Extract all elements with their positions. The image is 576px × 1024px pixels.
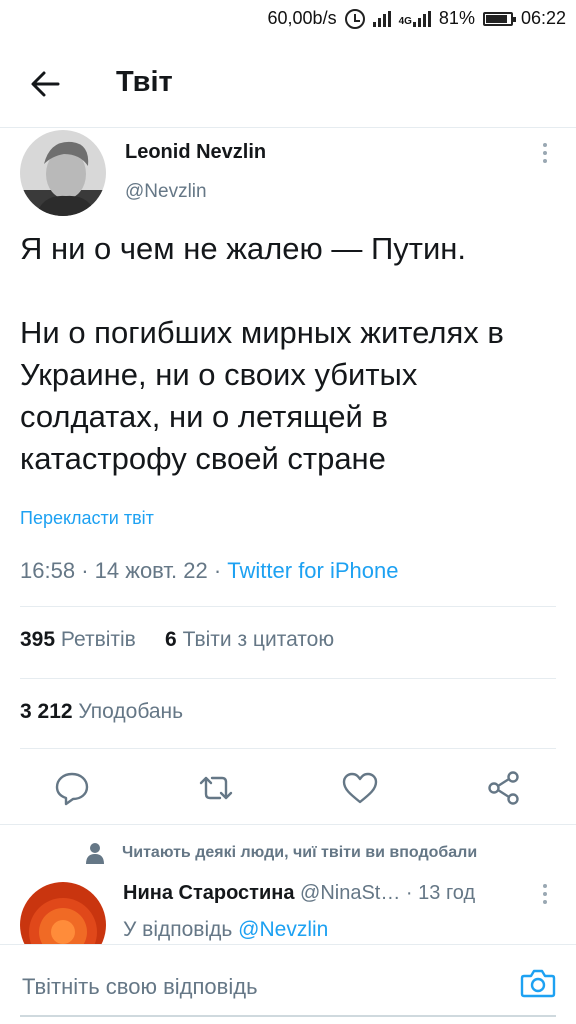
retweet-icon [199, 776, 233, 800]
tweet-stats: 395 Ретвітів 6 Твіти з цитатою [20, 628, 334, 652]
tweet-date: 14 жовт. 22 [94, 558, 208, 583]
network-speed: 60,00b/s [267, 8, 337, 28]
tweet-text-line: Я ни о чем не жалею — Путин. [20, 231, 467, 266]
retweets-stat[interactable]: 395 Ретвітів [20, 628, 136, 651]
reply-author-name[interactable]: Нина Старостина [123, 882, 294, 904]
divider [20, 606, 556, 607]
share-button[interactable] [484, 768, 524, 808]
reply-input[interactable]: Твітніть свою відповідь [22, 974, 258, 1000]
status-bar: 60,00b/s 4G 81% 06:22 [0, 0, 576, 38]
input-underline [20, 1015, 556, 1017]
replying-to: У відповідь @Nevzlin [123, 918, 329, 941]
more-vertical-icon [543, 143, 547, 147]
person-icon [86, 843, 104, 864]
author-avatar[interactable] [20, 130, 106, 216]
signal-4g-icon: 4G [399, 10, 431, 27]
signal-icon [372, 10, 391, 27]
more-options-button[interactable] [540, 143, 550, 167]
arrow-left-icon [31, 71, 60, 97]
reply-button[interactable] [52, 768, 92, 808]
reply-header: Нина Старостина @NinaSt… · 13 год [123, 882, 476, 904]
reply-more-options-button[interactable] [540, 884, 550, 908]
clock: 06:22 [520, 8, 566, 28]
more-vertical-icon [543, 884, 547, 888]
divider [0, 127, 576, 128]
battery-percent: 81% [438, 8, 475, 28]
tweet-source-link[interactable]: Twitter for iPhone [227, 558, 398, 583]
camera-button[interactable] [520, 967, 556, 999]
social-context-label: Читають деякі люди, чиї твіти ви вподоба… [122, 844, 478, 861]
retweet-button[interactable] [196, 768, 236, 808]
camera-icon [520, 969, 556, 998]
reply-composer: Твітніть свою відповідь [0, 944, 576, 1024]
quotes-stat[interactable]: 6 Твіти з цитатою [165, 628, 334, 651]
reply-age: 13 год [418, 882, 476, 904]
back-button[interactable] [28, 68, 64, 100]
share-icon [488, 771, 519, 805]
translate-link[interactable]: Перекласти твіт [20, 508, 154, 529]
divider [20, 748, 556, 749]
battery-icon [482, 11, 516, 26]
like-button[interactable] [340, 768, 380, 808]
likes-stat[interactable]: 3 212 Уподобань [20, 700, 183, 724]
author-name[interactable]: Leonid Nevzlin [125, 141, 266, 164]
app-bar: Твіт [0, 48, 576, 122]
reply-author-handle[interactable]: @NinaSt… [300, 882, 400, 904]
alarm-icon [344, 8, 365, 29]
author-handle[interactable]: @Nevzlin [125, 181, 207, 203]
tweet-time: 16:58 [20, 558, 76, 583]
tweet-text: Я ни о чем не жалею — Путин. Ни о погибш… [20, 228, 560, 480]
tweet-text-paragraph: Ни о погибших мирных жителях в Украине, … [20, 315, 504, 476]
reply-icon [55, 772, 89, 806]
tweet-meta: 16:58 · 14 жовт. 22 · Twitter for iPhone [20, 558, 399, 583]
divider [0, 824, 576, 825]
page-title: Твіт [116, 66, 173, 98]
divider [20, 678, 556, 679]
like-icon [342, 772, 378, 804]
replying-to-handle[interactable]: @Nevzlin [238, 918, 328, 941]
